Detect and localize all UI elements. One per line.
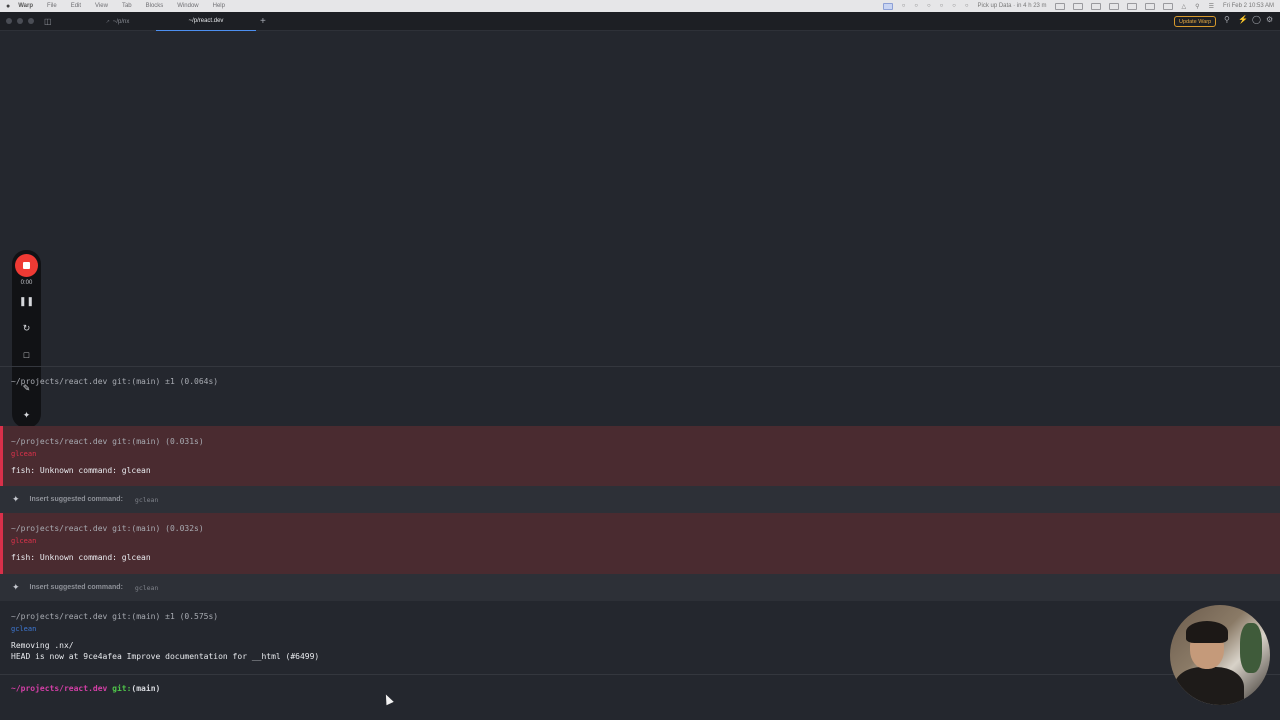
status-icon[interactable] [1072,2,1083,10]
prompt-branch: (main) [131,684,161,693]
status-icon[interactable] [1126,2,1137,10]
prompt-git: git: [112,684,132,693]
clock-text[interactable]: Fri Feb 2 10:53 AM [1223,3,1274,9]
mouse-pointer [382,692,394,706]
tab-label: ~/p/react.dev [188,18,224,24]
terminal-block[interactable]: ~/projects/react.dev git:(main) ±1 (0.57… [0,601,1280,673]
wifi-icon[interactable]: △ [1182,3,1187,10]
calendar-status-text[interactable]: Pick up Data · in 4 h 23 m [978,3,1047,9]
block-output: fish: Unknown command: glcean [11,553,151,562]
webcam-person-hair [1186,621,1228,643]
block-command: glcean [11,450,37,458]
apple-icon[interactable]: ● [6,3,10,10]
tab-expand-icon: ↗ [105,18,110,25]
minimize-window-button[interactable] [17,18,23,24]
block-header: ~/projects/react.dev git:(main) (0.031s) [11,437,204,446]
sparkle-icon: ✦ [12,582,20,592]
update-warp-button[interactable]: Update Warp [1174,16,1217,27]
status-icon[interactable]: ○ [965,3,969,9]
stop-icon [23,262,30,269]
status-icon[interactable] [1162,2,1173,10]
menu-file[interactable]: File [47,3,57,9]
status-icon[interactable] [1090,2,1101,10]
menu-tab[interactable]: Tab [122,3,132,9]
suggested-command-bar[interactable]: ✦ Insert suggested command: gclean [0,486,1280,513]
suggested-command[interactable]: gclean [135,584,158,592]
lightbulb-icon[interactable]: ◯ [1252,15,1261,24]
block-header: ~/projects/react.dev git:(main) ±1 (0.06… [11,377,219,386]
menu-bar: ● Warp File Edit View Tab Blocks Window … [0,0,1280,12]
webcam-overlay[interactable] [1170,605,1270,705]
suggestion-label: Insert suggested command: [29,584,123,591]
status-icon[interactable] [1144,2,1155,10]
status-icon[interactable] [1054,2,1065,10]
search-icon[interactable]: ⚲ [1224,15,1230,24]
webcam-plant [1240,623,1262,673]
terminal-block[interactable]: ~/projects/react.dev git:(main) ±1 (0.06… [0,367,1280,425]
status-menu-icon[interactable] [882,2,893,10]
menu-edit[interactable]: Edit [71,3,81,9]
menu-view[interactable]: View [95,3,108,9]
close-window-button[interactable] [6,18,12,24]
settings-icon[interactable]: ⚙ [1266,15,1273,24]
terminal-block-error[interactable]: ~/projects/react.dev git:(main) (0.031s)… [0,426,1280,486]
sparkle-icon: ✦ [12,494,20,504]
tab-label: ~/p/nx [112,18,130,25]
zoom-window-button[interactable] [28,18,34,24]
restart-icon[interactable]: ↻ [12,323,41,334]
recording-timer: 0:00 [20,280,33,286]
status-icon[interactable]: ○ [902,3,906,9]
status-icon[interactable]: ○ [914,3,918,9]
menu-window[interactable]: Window [177,3,198,9]
menu-blocks[interactable]: Blocks [146,3,164,9]
status-icon[interactable]: ○ [952,3,956,9]
prompt-path: ~/projects/react.dev [11,684,108,693]
menu-app[interactable]: Warp [18,3,33,9]
block-header: ~/projects/react.dev git:(main) (0.032s) [11,524,204,533]
status-icon[interactable]: ○ [940,3,944,9]
tab-react-dev[interactable]: ~/p/react.dev [156,12,256,31]
tab-nx[interactable]: ↗ ~/p/nx [80,12,155,31]
block-command: gclean [11,625,37,633]
block-output: Removing .nx/ [11,641,74,650]
status-icon[interactable] [1108,2,1119,10]
status-icon[interactable]: ○ [927,3,931,9]
input-prompt[interactable]: ~/projects/react.dev git:(main) [11,684,160,693]
lightning-icon[interactable]: ⚡ [1238,15,1248,24]
new-tab-button[interactable]: + [260,16,266,27]
suggestion-label: Insert suggested command: [29,496,123,503]
sidebar-icon[interactable]: ◫ [44,17,52,26]
block-command: glcean [11,537,37,545]
stop-recording-button[interactable] [15,254,38,277]
trash-icon[interactable]: □ [12,350,41,360]
block-output: HEAD is now at 9ce4afea Improve document… [11,652,320,661]
block-output: fish: Unknown command: glcean [11,466,151,475]
block-header: ~/projects/react.dev git:(main) ±1 (0.57… [11,612,219,621]
control-center-icon[interactable]: ☰ [1209,3,1214,10]
pause-icon[interactable]: ❚❚ [12,296,41,307]
block-divider [0,674,1280,675]
suggested-command-bar[interactable]: ✦ Insert suggested command: gclean [0,574,1280,601]
tab-bar: ◫ ↗ ~/p/nx ~/p/react.dev + [0,12,1280,31]
suggested-command[interactable]: gclean [135,496,158,504]
webcam-person-body [1174,667,1244,705]
search-icon[interactable]: ⚲ [1195,3,1199,10]
terminal-block-error[interactable]: ~/projects/react.dev git:(main) (0.032s)… [0,513,1280,574]
menu-help[interactable]: Help [213,3,225,9]
